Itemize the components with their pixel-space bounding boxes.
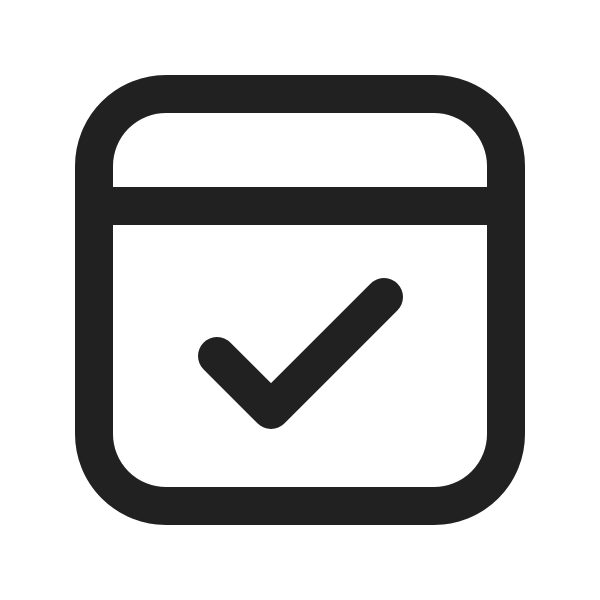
icon-canvas <box>0 0 600 600</box>
calendar-frame <box>75 75 525 525</box>
checkmark <box>198 278 403 429</box>
calendar-checkmark-svg <box>75 75 525 525</box>
calendar-checkmark-icon <box>0 0 600 600</box>
